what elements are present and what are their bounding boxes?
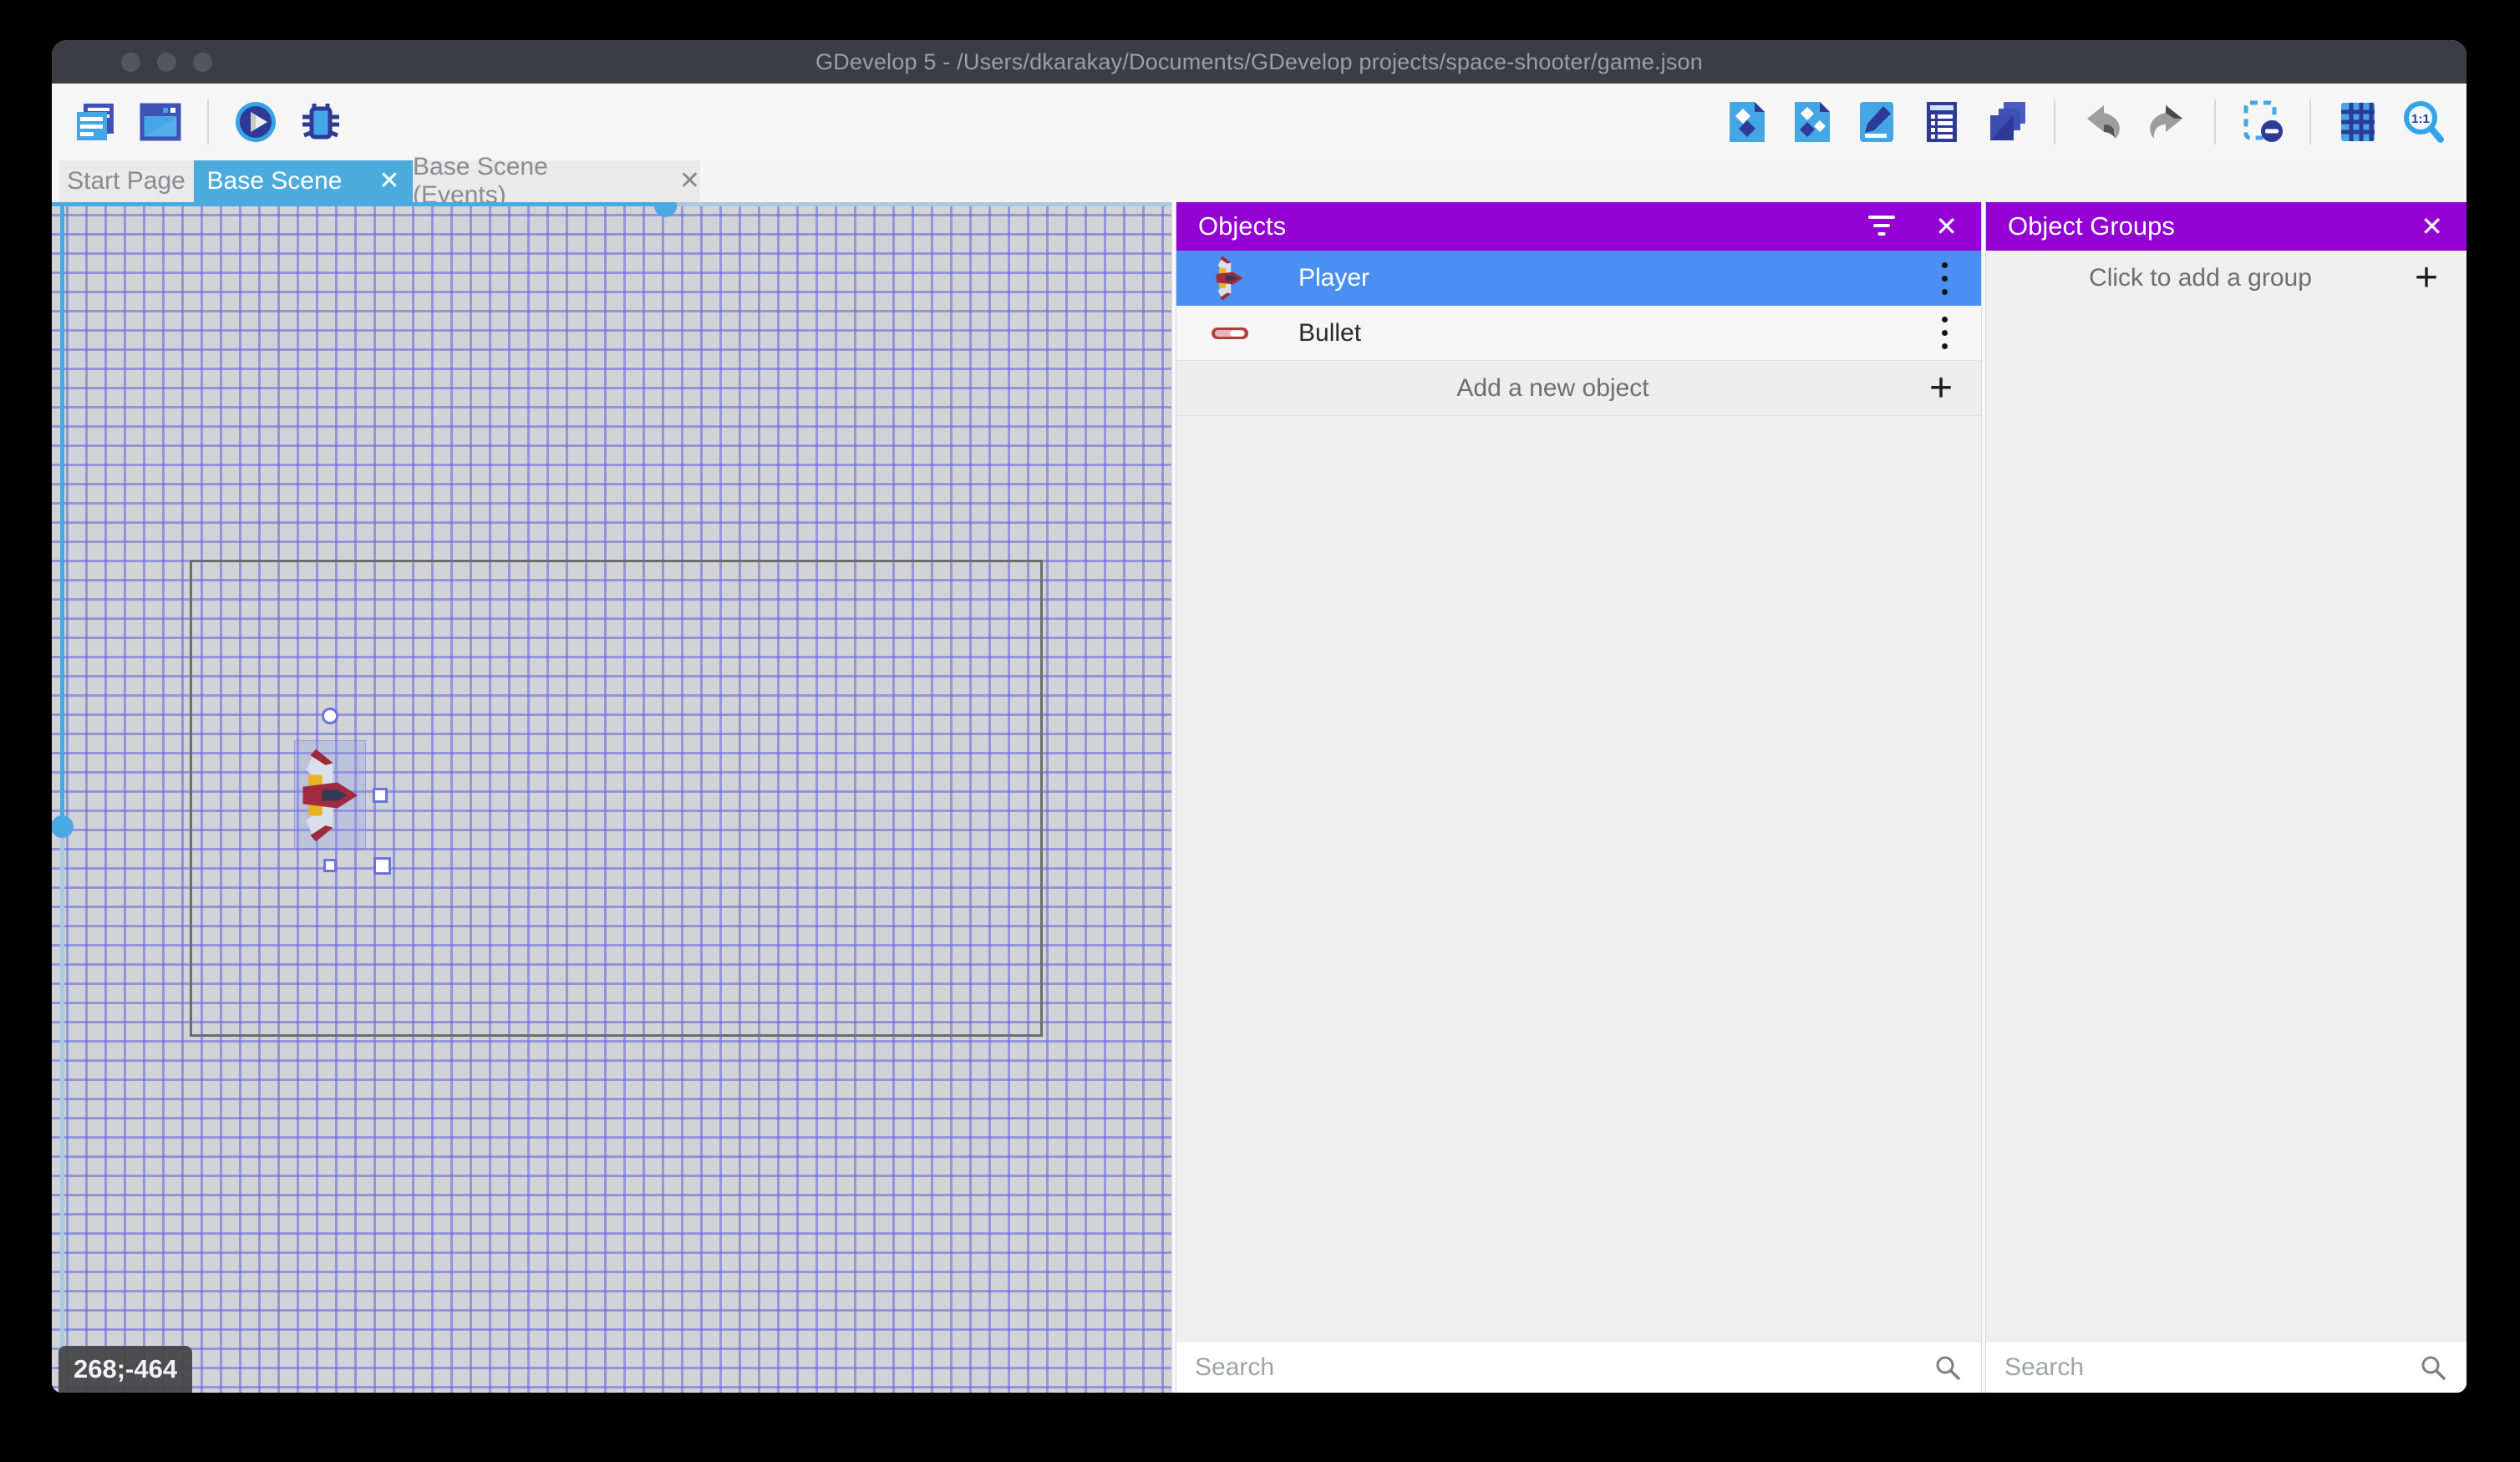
cursor-coordinates-badge: 268;-464	[58, 1346, 192, 1393]
toolbar-separator	[2309, 99, 2311, 145]
tab-base-scene[interactable]: Base Scene ✕	[194, 160, 413, 202]
rotate-handle[interactable]	[322, 708, 338, 724]
object-row-player[interactable]: Player	[1176, 251, 1981, 306]
object-menu-icon[interactable]	[1933, 257, 1956, 300]
close-tab-icon[interactable]: ✕	[379, 169, 399, 194]
objects-search-bar	[1176, 1341, 1981, 1393]
properties-icon[interactable]	[1852, 97, 1902, 147]
objects-panel: Objects ✕ Player	[1176, 202, 1981, 1393]
minimize-window-button[interactable]	[157, 53, 176, 72]
tab-base-scene-events[interactable]: Base Scene (Events) ✕	[413, 160, 700, 202]
object-groups-icon[interactable]	[1786, 97, 1837, 147]
objects-panel-icon[interactable]	[1721, 97, 1771, 147]
selected-instance-player[interactable]	[294, 740, 366, 849]
desktop-background: GDevelop 5 - /Users/dkarakay/Documents/G…	[0, 0, 2520, 1462]
search-icon[interactable]	[1933, 1353, 1963, 1383]
toolbar-separator	[2214, 99, 2216, 145]
debug-icon[interactable]	[296, 97, 346, 147]
scene-window-icon[interactable]	[135, 97, 185, 147]
panel-title: Objects	[1198, 211, 1865, 241]
player-ship-sprite	[296, 747, 366, 844]
redo-icon[interactable]	[2142, 97, 2192, 147]
vertical-scrollbar-thumb[interactable]	[52, 815, 74, 838]
filter-icon[interactable]	[1865, 214, 1898, 239]
horizontal-scrollbar-track[interactable]	[676, 202, 1171, 206]
delete-selection-icon[interactable]	[2238, 97, 2288, 147]
object-name: Player	[1298, 264, 1933, 292]
resize-handle-bottom-right[interactable]	[373, 857, 391, 875]
vertical-scrollbar-track[interactable]	[60, 202, 64, 824]
panel-title: Object Groups	[2008, 211, 2419, 241]
object-menu-icon[interactable]	[1933, 312, 1956, 354]
object-groups-panel-header: Object Groups ✕	[1986, 202, 2467, 251]
object-groups-panel: Object Groups ✕ Click to add a group +	[1986, 202, 2467, 1393]
resize-handle-bottom[interactable]	[323, 859, 337, 872]
object-row-bullet[interactable]: Bullet	[1176, 306, 1981, 361]
close-panel-icon[interactable]: ✕	[1933, 211, 1959, 242]
resize-handle-right[interactable]	[373, 788, 388, 803]
add-group-label: Click to add a group	[1986, 264, 2415, 292]
object-name: Bullet	[1298, 319, 1933, 348]
toolbar-left-group	[70, 97, 346, 147]
add-group-row[interactable]: Click to add a group +	[1986, 251, 2467, 306]
undo-icon[interactable]	[2077, 97, 2127, 147]
groups-panel-empty-area	[1986, 306, 2467, 1341]
add-object-label: Add a new object	[1176, 374, 1929, 403]
layers-icon[interactable]	[1982, 97, 2032, 147]
add-object-row[interactable]: Add a new object +	[1176, 361, 1981, 416]
editor-tabbar: Start Page Base Scene ✕ Base Scene (Even…	[52, 160, 2467, 202]
objects-panel-header: Objects ✕	[1176, 202, 1981, 251]
zoom-window-button[interactable]	[193, 53, 212, 72]
horizontal-scrollbar-thumb[interactable]	[654, 202, 677, 217]
horizontal-scrollbar-track[interactable]	[52, 202, 655, 206]
tab-label: Base Scene	[207, 167, 343, 195]
window-title: GDevelop 5 - /Users/dkarakay/Documents/G…	[815, 49, 1703, 75]
close-window-button[interactable]	[121, 53, 140, 72]
plus-icon: +	[1929, 368, 1981, 409]
objects-search-input[interactable]	[1195, 1353, 1933, 1382]
main-toolbar: 1:1	[52, 84, 2467, 160]
close-tab-icon[interactable]: ✕	[679, 169, 700, 194]
traffic-lights	[121, 40, 212, 84]
player-thumbnail	[1208, 255, 1252, 302]
toolbar-separator	[2054, 99, 2055, 145]
vertical-scrollbar-track[interactable]	[60, 837, 64, 1393]
instances-list-icon[interactable]	[1917, 97, 1967, 147]
zoom-1-1-icon[interactable]: 1:1	[2398, 97, 2448, 147]
tab-start-page[interactable]: Start Page	[58, 160, 194, 202]
gdevelop-window: GDevelop 5 - /Users/dkarakay/Documents/G…	[52, 40, 2467, 1393]
titlebar: GDevelop 5 - /Users/dkarakay/Documents/G…	[52, 40, 2467, 84]
tab-label: Start Page	[67, 167, 185, 195]
search-icon[interactable]	[2418, 1353, 2448, 1383]
close-panel-icon[interactable]: ✕	[2419, 211, 2445, 242]
scene-editor-canvas[interactable]: 268;-464	[52, 202, 1171, 1393]
bullet-thumbnail	[1208, 310, 1252, 357]
play-icon[interactable]	[231, 97, 281, 147]
groups-search-input[interactable]	[2004, 1353, 2418, 1382]
toggle-grid-icon[interactable]	[2333, 97, 2383, 147]
tab-label: Base Scene (Events)	[413, 153, 643, 210]
toolbar-separator	[207, 99, 209, 145]
plus-icon: +	[2415, 258, 2467, 298]
objects-panel-empty-area	[1176, 416, 1981, 1341]
project-manager-icon[interactable]	[70, 97, 120, 147]
svg-text:1:1: 1:1	[2411, 112, 2430, 126]
groups-search-bar	[1986, 1341, 2467, 1393]
toolbar-right-group: 1:1	[1721, 97, 2448, 147]
